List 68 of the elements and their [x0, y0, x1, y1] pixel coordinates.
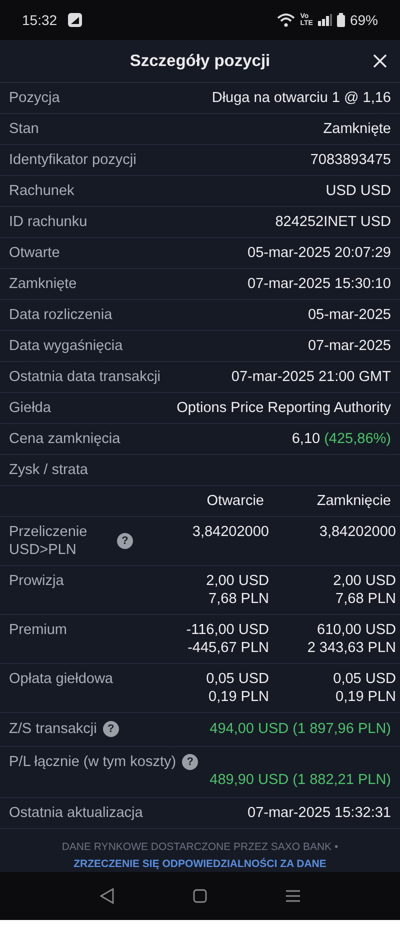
status-time: 15:32 [22, 12, 58, 28]
close-icon[interactable] [373, 54, 387, 68]
table-cell: 0,05 USD [206, 670, 269, 688]
menu-icon[interactable] [286, 890, 300, 902]
help-icon[interactable]: ? [117, 533, 133, 549]
field-label: Identyfikator pozycji [9, 151, 136, 169]
profit-value: 494,00 USD (1 897,96 PLN) [210, 720, 391, 738]
field-value: 07-mar-2025 21:00 GMT [231, 368, 391, 386]
field-label: Ostatnia aktualizacja [9, 804, 143, 822]
profit-value: 489,90 USD (1 882,21 PLN) [210, 771, 391, 789]
column-header: Otwarcie [206, 492, 264, 510]
field-label: Zamknięte [9, 275, 77, 293]
section-label: Zysk / strata [9, 461, 88, 479]
field-value: 07-mar-2025 15:30:10 [248, 275, 391, 293]
field-value: 07-mar-2025 15:32:31 [248, 804, 391, 822]
field-label: Stan [9, 120, 39, 138]
table-cell: 0,05 USD [333, 670, 396, 688]
column-header: Zamknięcie [316, 492, 391, 510]
disclaimer-link[interactable]: ZRZECZENIE SIĘ ODPOWIEDZIALNOŚCI ZA DANE [74, 856, 326, 872]
field-value: 07-mar-2025 [308, 337, 391, 355]
field-value: Options Price Reporting Authority [176, 399, 391, 417]
table-cell: 0,19 PLN [208, 688, 269, 706]
field-label: Z/S transakcji [9, 720, 97, 738]
field-value: 05-mar-2025 20:07:29 [248, 244, 391, 262]
field-value: 824252INET USD [275, 213, 391, 231]
field-label: Przeliczenie USD>PLN [9, 523, 88, 559]
field-value: Długa na otwarciu 1 @ 1,16 [212, 89, 391, 107]
field-label: Ostatnia data transakcji [9, 368, 161, 386]
help-icon[interactable]: ? [182, 754, 198, 770]
change-percent: (425,86%) [324, 431, 391, 447]
field-label: Data wygaśnięcia [9, 337, 123, 355]
table-cell: 7,68 PLN [336, 590, 396, 608]
battery-level: 69% [350, 12, 378, 28]
table-cell: 2 343,63 PLN [307, 639, 396, 657]
field-label: P/L łącznie (w tym koszty) [9, 753, 176, 771]
field-value: USD USD [326, 182, 391, 200]
gallery-icon [68, 13, 82, 27]
help-icon[interactable]: ? [102, 721, 119, 737]
data-disclaimer: DANE RYNKOWE DOSTARCZONE PRZEZ SAXO BANK • ZRZECZENIE SIĘ ODPOWIEDZIALNOŚCI ZA DANE [60, 840, 340, 872]
field-label: Data rozliczenia [9, 306, 112, 324]
field-label: Premium [9, 621, 68, 639]
table-cell: -445,67 PLN [188, 639, 269, 657]
field-label: Cena zamknięcia [9, 430, 120, 448]
field-label: Pozycja [9, 89, 60, 107]
table-cell: 2,00 USD [333, 572, 396, 590]
field-label: Giełda [9, 399, 51, 417]
wifi-icon [277, 13, 296, 27]
signal-icon [318, 14, 332, 26]
home-icon[interactable] [192, 889, 207, 903]
table-cell: 3,84202000 [192, 523, 269, 541]
table-cell: 7,68 PLN [208, 590, 269, 608]
field-value: 6,10 (425,86%) [292, 430, 391, 448]
field-value: 05-mar-2025 [308, 306, 391, 324]
field-label: Prowizja [9, 572, 64, 590]
field-label: Otwarte [9, 244, 60, 262]
table-cell: 0,19 PLN [336, 688, 396, 706]
battery-icon [336, 13, 345, 27]
table-cell: 3,84202000 [319, 523, 396, 541]
field-label: Opłata giełdowa [9, 670, 113, 688]
field-label: Rachunek [9, 182, 74, 200]
table-cell: 2,00 USD [206, 572, 269, 590]
back-icon[interactable] [100, 888, 114, 904]
table-cell: 610,00 USD [317, 621, 396, 639]
window-title: Szczegóły pozycji [130, 52, 270, 70]
table-cell: -116,00 USD [186, 621, 269, 639]
field-value: 7083893475 [310, 151, 391, 169]
field-label: ID rachunku [9, 213, 88, 231]
field-value: Zamknięte [323, 120, 391, 138]
